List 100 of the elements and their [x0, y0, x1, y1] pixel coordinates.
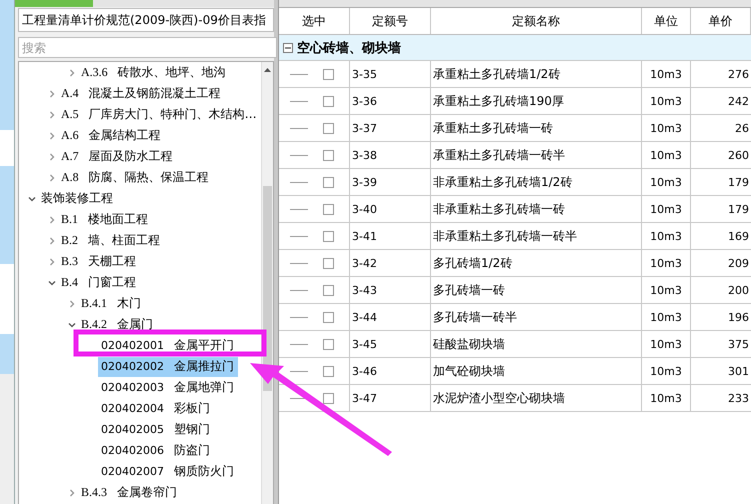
checkbox[interactable] — [323, 122, 334, 134]
search-field[interactable]: 搜索 — [18, 37, 277, 58]
chevron-right-icon[interactable] — [68, 300, 76, 308]
dropdown-value: 工程量清单计价规范(2009-陕西)-09价目表指 — [22, 12, 266, 28]
chevron-right-icon[interactable] — [48, 258, 56, 266]
tree-item[interactable]: A.6 金属结构工程 — [61, 126, 165, 146]
table-cell-text: 242 — [727, 94, 750, 110]
table-cell: 3-40 — [350, 196, 431, 222]
table-cell-text: 301 — [727, 364, 750, 380]
table-cell: 3-37 — [350, 115, 431, 141]
table-cell: 3-38 — [350, 142, 431, 168]
tree-item[interactable]: 020402001 金属平开门 — [101, 336, 238, 356]
chevron-down-icon[interactable] — [28, 194, 36, 202]
table-cell-text: 233 — [727, 390, 750, 406]
table-cell: 3-47 — [350, 385, 431, 411]
chevron-right-icon[interactable] — [48, 216, 56, 224]
tree-item[interactable]: A.7 屋面及防水工程 — [61, 146, 177, 166]
table-cell-text: 260 — [727, 148, 750, 164]
table-cell: 多孔砖墙1/2砖 — [431, 250, 642, 276]
table-cell: 10m3 — [642, 88, 691, 114]
table-cell: 3-36 — [350, 88, 431, 114]
tree-item[interactable]: A.4 混凝土及钢筋混凝土工程 — [61, 84, 225, 104]
chevron-down-icon[interactable] — [48, 278, 56, 286]
table-cell: 10m3 — [642, 358, 691, 384]
table-cell: 3-35 — [350, 61, 431, 87]
checkbox[interactable] — [323, 366, 334, 376]
table-cell: 承重粘土多孔砖墙190厚 — [431, 88, 642, 114]
tree-item[interactable]: 020402003 金属地弹门 — [101, 378, 238, 398]
chevron-right-icon[interactable] — [48, 90, 56, 98]
checkbox[interactable] — [323, 312, 334, 322]
checkbox[interactable] — [323, 176, 334, 188]
checkbox[interactable] — [323, 258, 334, 268]
chevron-down-icon[interactable] — [68, 320, 76, 328]
tree-item[interactable]: B.4.2 金属门 — [81, 314, 158, 334]
tree-item[interactable]: 020402002 金属推拉门 — [98, 356, 238, 376]
tree-item[interactable]: 020402007 钢质防火门 — [101, 462, 238, 482]
table-cell: 多孔砖墙一砖半 — [431, 304, 642, 330]
chevron-right-icon[interactable] — [48, 236, 56, 244]
chevron-right-icon[interactable] — [48, 152, 56, 160]
table-cell-text: 179 — [727, 174, 750, 190]
group-row[interactable]: 空心砖墙、砌块墙 — [279, 35, 751, 61]
table-cell-text: 200 — [727, 282, 750, 298]
chevron-right-icon[interactable] — [68, 488, 76, 496]
table-cell: 10m3 — [642, 169, 691, 195]
tree-item[interactable]: 020402005 塑钢门 — [101, 420, 214, 440]
checkbox[interactable] — [323, 96, 334, 106]
table-cell: 10m3 — [642, 223, 691, 249]
tree-item[interactable]: B.4.3 金属卷帘门 — [81, 482, 182, 502]
table-cell: 10m3 — [642, 196, 691, 222]
table-cell-text: 26 — [734, 120, 750, 136]
table-cell: 3-45 — [350, 331, 431, 357]
table-cell: 非承重粘土多孔砖墙1/2砖 — [431, 169, 642, 195]
tree-item[interactable]: B.3 天棚工程 — [61, 252, 140, 272]
tree-item[interactable]: B.4 门窗工程 — [61, 272, 140, 292]
checkbox[interactable] — [323, 338, 334, 350]
table-cell: 非承重粘土多孔砖墙一砖半 — [431, 223, 642, 249]
library-dropdown[interactable]: 工程量清单计价规范(2009-陕西)-09价目表指 — [18, 8, 274, 32]
table-cell: 10m3 — [642, 277, 691, 303]
checkbox[interactable] — [323, 284, 334, 296]
collapse-icon[interactable] — [283, 42, 293, 52]
table-cell-text: 209 — [727, 256, 750, 272]
table-cell: 非承重粘土多孔砖墙一砖 — [431, 196, 642, 222]
chevron-right-icon[interactable] — [48, 174, 56, 182]
table-cell: 3-42 — [350, 250, 431, 276]
table-cell: 3-46 — [350, 358, 431, 384]
tree-item[interactable]: A.8 防腐、隔热、保温工程 — [61, 168, 213, 188]
checkbox[interactable] — [323, 230, 334, 242]
table-cell: 10m3 — [642, 304, 691, 330]
tree-item[interactable]: B.1 楼地面工程 — [61, 210, 152, 230]
tree-item[interactable]: A.3.6 砖散水、地坪、地沟 — [81, 62, 230, 82]
chevron-right-icon[interactable] — [68, 68, 76, 76]
chevron-right-icon[interactable] — [48, 132, 56, 140]
table-cell: 3-41 — [350, 223, 431, 249]
table-cell-text: 375 — [727, 336, 750, 352]
tree-item[interactable]: 020402006 防盗门 — [101, 440, 214, 460]
table-cell: 3-44 — [350, 304, 431, 330]
table-cell: 承重粘土多孔砖墙一砖半 — [431, 142, 642, 168]
group-label: 空心砖墙、砌块墙 — [297, 40, 401, 56]
checkbox[interactable] — [323, 392, 334, 404]
chevron-right-icon[interactable] — [48, 110, 56, 118]
tree-item[interactable]: A.5 厂库房大门、特种门、木结构… — [61, 104, 261, 124]
table-cell: 10m3 — [642, 61, 691, 87]
tree-item[interactable]: 装饰装修工程 — [41, 188, 117, 208]
table-cell: 10m3 — [642, 142, 691, 168]
table-cell-text: 276 — [727, 66, 750, 82]
table-cell: 硅酸盐砌块墙 — [431, 331, 642, 357]
table-cell: 承重粘土多孔砖墙1/2砖 — [431, 61, 642, 87]
tree-item[interactable]: B.2 墙、柱面工程 — [61, 230, 164, 250]
table-cell: 多孔砖墙一砖 — [431, 277, 642, 303]
checkbox[interactable] — [323, 204, 334, 214]
table-cell: 3-43 — [350, 277, 431, 303]
table-cell: 10m3 — [642, 385, 691, 411]
tree-item[interactable]: 020402004 彩板门 — [101, 398, 214, 418]
table-cell-text: 179 — [727, 202, 750, 218]
checkbox[interactable] — [323, 150, 334, 160]
table-cell: 3-39 — [350, 169, 431, 195]
scrollbar[interactable] — [261, 62, 273, 504]
tree-item[interactable]: B.4.1 木门 — [81, 294, 146, 314]
checkbox[interactable] — [323, 68, 334, 80]
table-cell-text: 196 — [727, 310, 750, 326]
